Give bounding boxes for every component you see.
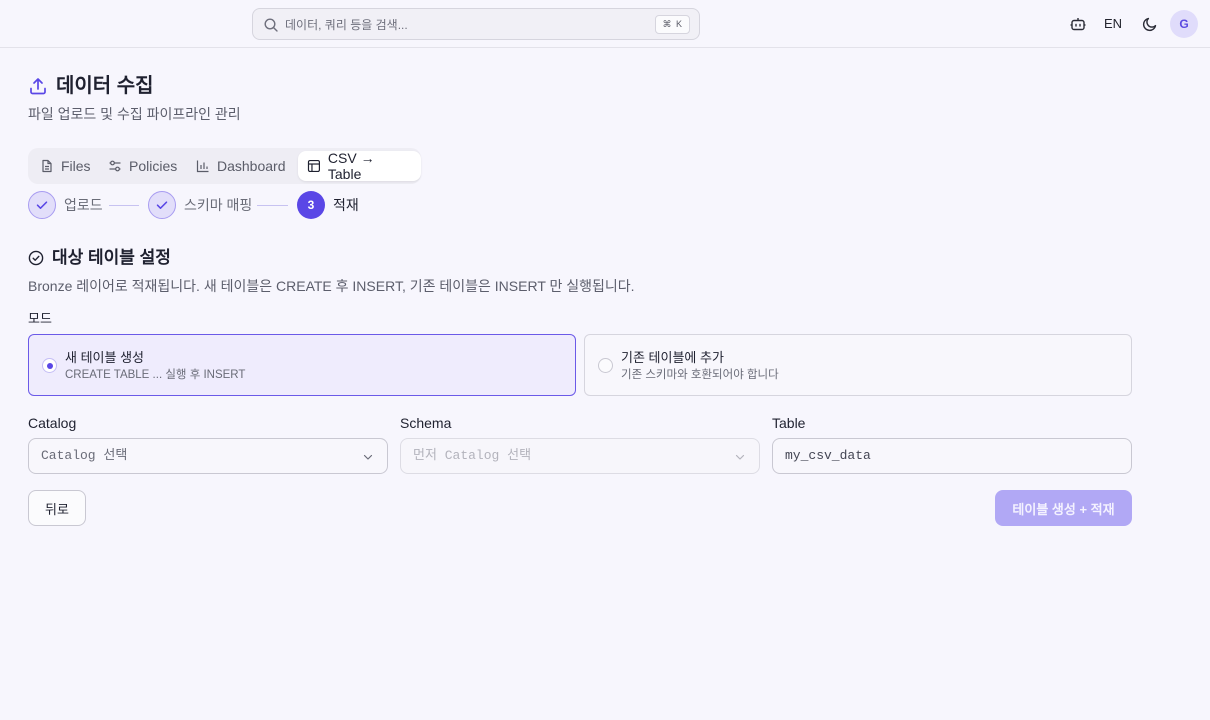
tab-label: Files bbox=[61, 158, 91, 174]
page-title: 데이터 수집 bbox=[56, 75, 154, 97]
table-label: Table bbox=[772, 415, 806, 431]
tab-policies[interactable]: Policies bbox=[108, 151, 177, 181]
global-search[interactable]: 데이터, 쿼리 등을 검색... ⌘ K bbox=[252, 8, 700, 40]
tab-dashboard[interactable]: Dashboard bbox=[196, 151, 286, 181]
schema-label: Schema bbox=[400, 415, 452, 431]
tab-csv-table[interactable]: CSV → Table bbox=[298, 150, 421, 182]
search-shortcut-badge: ⌘ K bbox=[655, 15, 690, 34]
top-bar: 데이터, 쿼리 등을 검색... ⌘ K EN G bbox=[0, 0, 1210, 48]
back-button[interactable]: 뒤로 bbox=[28, 490, 86, 526]
bot-icon[interactable] bbox=[1068, 14, 1088, 34]
tab-label: Policies bbox=[129, 158, 178, 174]
table-name-input[interactable]: my_csv_data bbox=[772, 438, 1132, 474]
schema-select[interactable]: 먼저 Catalog 선택 bbox=[400, 438, 760, 474]
table-icon bbox=[307, 159, 320, 173]
upload-icon bbox=[30, 78, 46, 95]
mode-option-new-table[interactable]: 새 테이블 생성 CREATE TABLE ... 실행 후 INSERT bbox=[28, 334, 576, 396]
check-icon bbox=[36, 201, 48, 209]
mode-label: 모드 bbox=[28, 311, 52, 326]
tab-files[interactable]: Files bbox=[40, 151, 91, 181]
tab-label: Dashboard bbox=[217, 158, 286, 174]
step-load-label: 적재 bbox=[333, 197, 359, 213]
option-subtitle: CREATE TABLE ... 실행 후 INSERT bbox=[65, 369, 246, 381]
check-circle-icon bbox=[28, 250, 44, 266]
page-subtitle: 파일 업로드 및 수집 파이프라인 관리 bbox=[28, 106, 241, 122]
section-title: 대상 테이블 설정 bbox=[52, 248, 171, 267]
radio-unselected[interactable] bbox=[598, 358, 613, 373]
option-title: 새 테이블 생성 bbox=[65, 350, 144, 365]
dark-mode-icon[interactable] bbox=[1140, 14, 1160, 34]
sliders-icon bbox=[109, 160, 121, 172]
file-icon bbox=[42, 159, 52, 173]
step-connector bbox=[109, 205, 139, 206]
search-placeholder: 데이터, 쿼리 등을 검색... bbox=[285, 18, 408, 32]
radio-selected[interactable] bbox=[42, 358, 57, 373]
step-connector bbox=[257, 205, 288, 206]
language-toggle[interactable]: EN bbox=[1104, 15, 1122, 33]
bar-chart-icon bbox=[196, 160, 209, 173]
mode-option-existing-table[interactable]: 기존 테이블에 추가 기존 스키마와 호환되어야 합니다 bbox=[584, 334, 1132, 396]
tab-label: CSV → Table bbox=[327, 150, 375, 182]
check-icon bbox=[156, 201, 168, 209]
chevron-down-icon bbox=[363, 454, 373, 460]
schema-select-value: 먼저 Catalog 선택 bbox=[413, 448, 532, 463]
create-and-load-button[interactable]: 테이블 생성 + 적재 bbox=[995, 490, 1132, 526]
catalog-select[interactable]: Catalog 선택 bbox=[28, 438, 388, 474]
user-avatar[interactable]: G bbox=[1170, 10, 1198, 38]
step-schema-label: 스키마 매핑 bbox=[184, 197, 253, 213]
step-upload-label: 업로드 bbox=[64, 197, 103, 213]
step-upload-indicator bbox=[28, 191, 56, 219]
search-icon bbox=[264, 18, 278, 32]
catalog-label: Catalog bbox=[28, 415, 77, 431]
section-description: Bronze 레이어로 적재됩니다. 새 테이블은 CREATE 후 INSER… bbox=[28, 278, 635, 294]
step-schema-indicator bbox=[148, 191, 176, 219]
step-load-indicator: 3 bbox=[297, 191, 325, 219]
chevron-down-icon bbox=[735, 454, 745, 460]
option-subtitle: 기존 스키마와 호환되어야 합니다 bbox=[621, 369, 779, 381]
catalog-select-value: Catalog 선택 bbox=[41, 448, 128, 463]
tab-bar: Files Policies Dashboard CSV → Table bbox=[28, 148, 421, 184]
option-title: 기존 테이블에 추가 bbox=[621, 350, 724, 365]
table-name-placeholder: my_csv_data bbox=[785, 448, 871, 463]
